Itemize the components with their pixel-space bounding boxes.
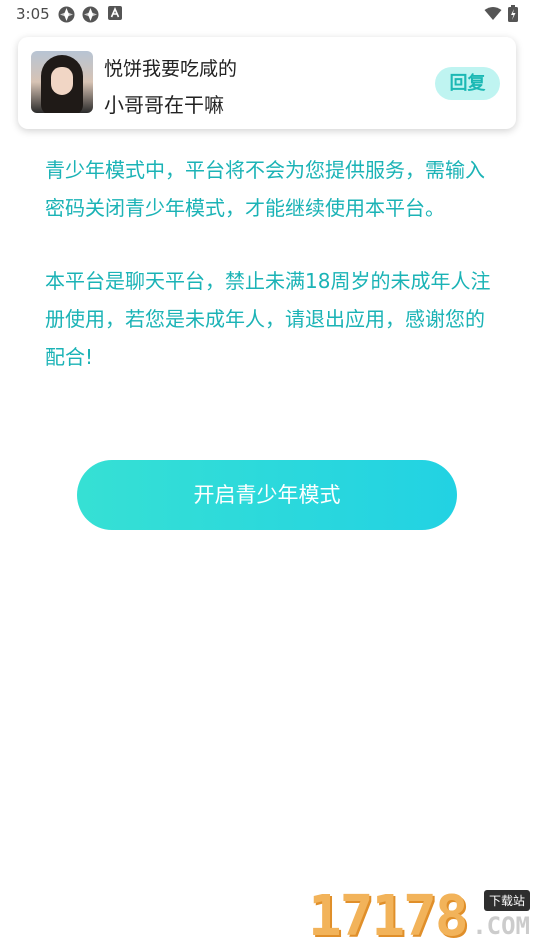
enable-teen-mode-button[interactable]: 开启青少年模式	[77, 460, 457, 530]
battery-icon	[508, 5, 518, 26]
avatar	[31, 51, 93, 113]
wifi-icon	[484, 6, 502, 25]
notification-sender: 悦饼我要吃咸的	[104, 58, 238, 80]
watermark-badge: 下载站	[483, 890, 530, 911]
pinwheel-icon	[82, 6, 99, 27]
status-right	[484, 5, 518, 26]
watermark-logo: 17178 下载站 .COM	[308, 884, 534, 950]
status-time: 3:05	[16, 5, 50, 23]
notification-message: 小哥哥在干嘛	[104, 93, 224, 117]
teen-mode-notice: 青少年模式中，平台将不会为您提供服务，需输入密码关闭青少年模式，才能继续使用本平…	[45, 158, 485, 220]
pinwheel-icon	[58, 6, 75, 27]
watermark-number: 17178	[308, 884, 469, 949]
reply-button[interactable]: 回复	[435, 67, 500, 100]
watermark-domain: .COM	[472, 912, 530, 940]
status-bar: 3:05	[0, 0, 534, 28]
age-restriction-notice: 本平台是聊天平台，禁止未满18周岁的未成年人注册使用，若您是未成年人，请退出应用…	[45, 269, 491, 369]
app-a-icon	[108, 6, 122, 24]
message-notification[interactable]: 悦饼我要吃咸的 小哥哥在干嘛 回复	[18, 37, 516, 129]
